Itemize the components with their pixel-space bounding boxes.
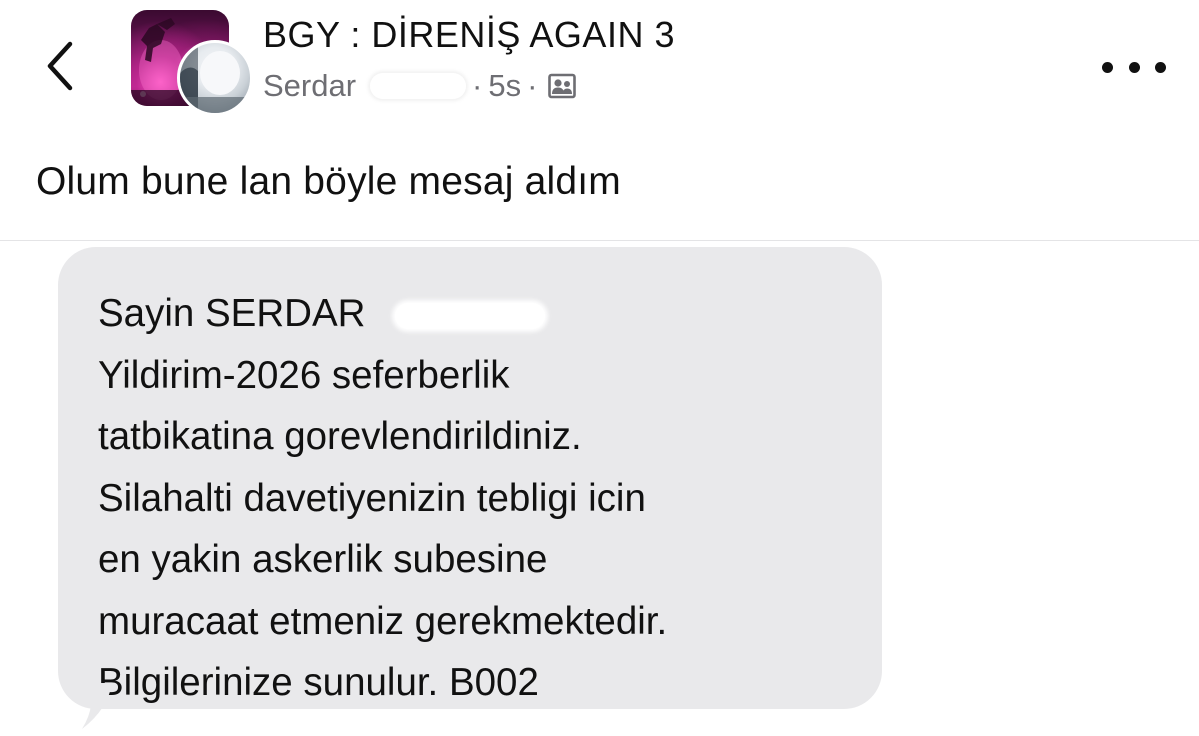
back-button[interactable] [40, 38, 80, 94]
sms-bubble: Sayin SERDAR Yildirim-2026 seferberlik t… [58, 247, 882, 709]
more-options-button[interactable] [1102, 50, 1166, 84]
meta-separator: · [472, 68, 483, 103]
author-name[interactable]: Serdar [263, 68, 356, 104]
group-title[interactable]: BGY : DİRENİŞ AGAIN 3 [263, 14, 675, 56]
sms-bubble-tail [82, 683, 112, 729]
meta-separator: · [527, 68, 538, 103]
chevron-left-icon [47, 41, 73, 91]
post-meta: Serdar · 5s · [263, 66, 577, 106]
sms-greeting: Sayin SERDAR [98, 292, 366, 335]
sms-line: Bilgilerinize sunulur. B002 [98, 661, 539, 704]
ellipsis-icon [1128, 61, 1140, 73]
avatar-group[interactable] [131, 10, 253, 116]
sms-line: tatbikatina gorevlendirildiniz. [98, 415, 582, 458]
sms-message: Sayin SERDAR Yildirim-2026 seferberlik t… [98, 283, 667, 714]
sms-line: Yildirim-2026 seferberlik [98, 353, 510, 397]
sms-line: en yakin askerlik subesine [98, 538, 548, 581]
sms-line: Silahalti davetiyenizin tebligi icin [98, 476, 646, 520]
post-time[interactable]: 5s [488, 68, 521, 104]
ellipsis-icon [1102, 61, 1113, 73]
redacted-recipient-surname [395, 302, 546, 329]
post-header: BGY : DİRENİŞ AGAIN 3 Serdar · 5s · [0, 0, 1199, 120]
group-members-icon [547, 71, 577, 101]
sms-line: muracaat etmeniz gerekmektedir. [98, 599, 668, 643]
sms-line: Sayin SERDAR [98, 283, 667, 345]
redacted-author-surname [370, 73, 467, 99]
user-avatar-image [180, 43, 250, 113]
post-photo[interactable]: Sayin SERDAR Yildirim-2026 seferberlik t… [0, 241, 1199, 736]
ellipsis-icon [1155, 61, 1166, 73]
post-text: Olum bune lan böyle mesaj aldım [36, 160, 621, 203]
user-avatar[interactable] [177, 40, 253, 116]
